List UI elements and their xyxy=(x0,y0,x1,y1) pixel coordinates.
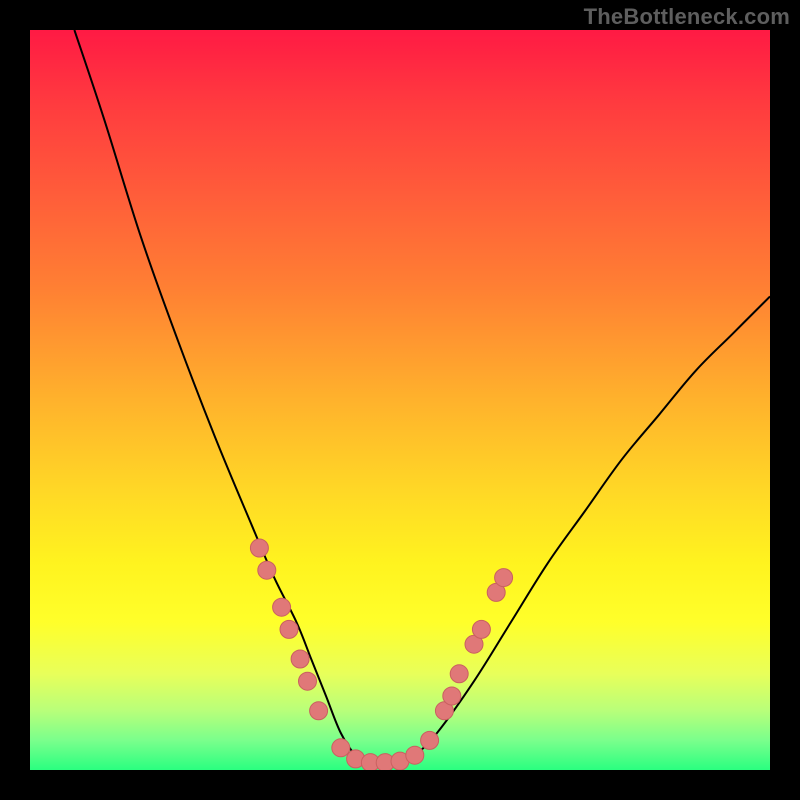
curve-marker xyxy=(495,569,513,587)
bottleneck-curve xyxy=(74,30,770,763)
curve-marker xyxy=(280,620,298,638)
curve-marker xyxy=(291,650,309,668)
curve-marker xyxy=(332,739,350,757)
watermark-text: TheBottleneck.com xyxy=(584,4,790,30)
curve-marker xyxy=(450,665,468,683)
chart-overlay xyxy=(30,30,770,770)
curve-marker xyxy=(406,746,424,764)
curve-marker xyxy=(310,702,328,720)
chart-frame: TheBottleneck.com xyxy=(0,0,800,800)
curve-marker xyxy=(443,687,461,705)
curve-marker xyxy=(250,539,268,557)
curve-marker xyxy=(472,620,490,638)
curve-marker xyxy=(258,561,276,579)
curve-marker xyxy=(273,598,291,616)
curve-marker xyxy=(299,672,317,690)
curve-marker xyxy=(421,731,439,749)
curve-markers xyxy=(250,539,512,770)
